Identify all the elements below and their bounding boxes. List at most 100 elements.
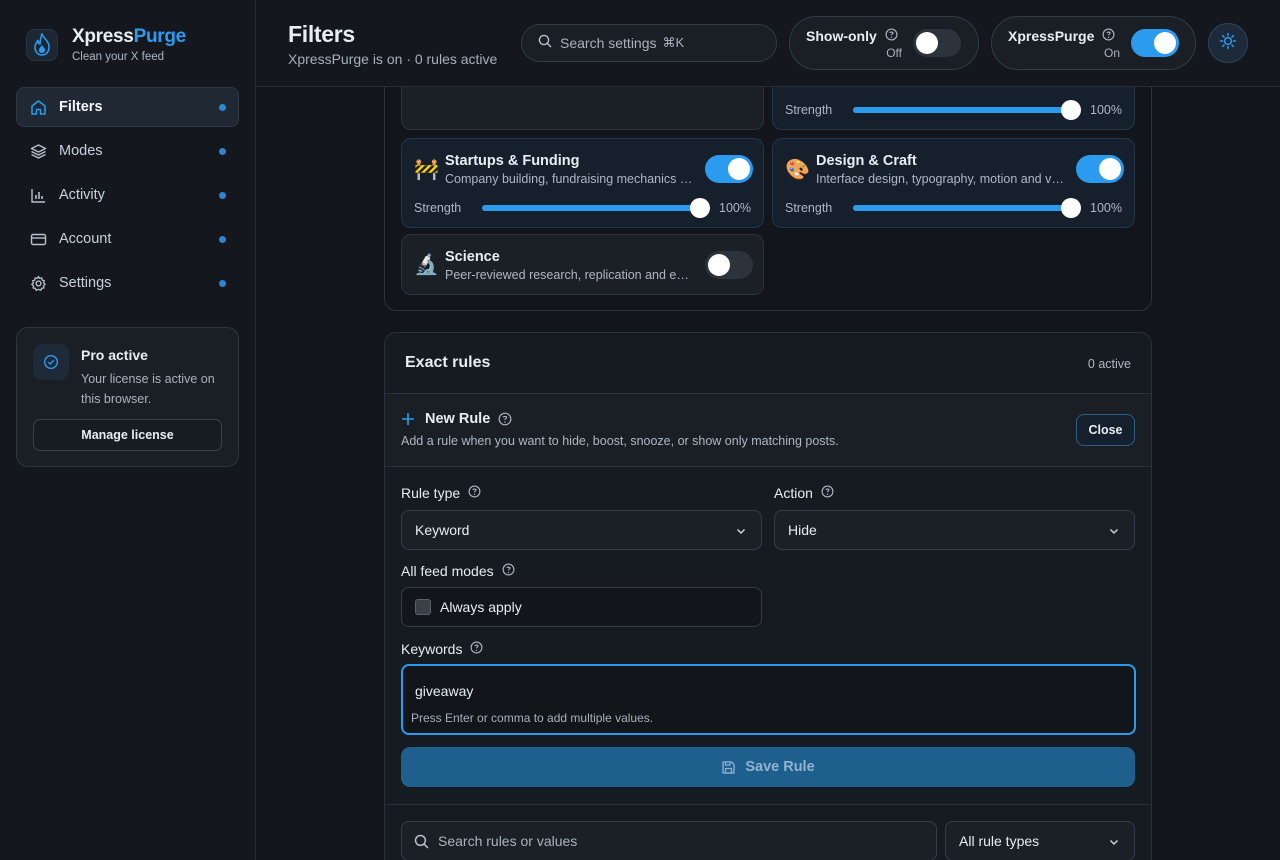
help-icon[interactable] <box>498 412 512 426</box>
keywords-input[interactable]: giveaway Press Enter or comma to add mul… <box>401 664 1136 735</box>
brand-tagline: Clean your X feed <box>72 51 165 63</box>
sidebar-item-activity[interactable]: Activity <box>16 175 239 215</box>
sidebar-item-label: Filters <box>59 99 103 115</box>
sidebar-item-label: Account <box>59 231 112 247</box>
top-header: Filters XpressPurge is on · 0 rules acti… <box>256 0 1280 87</box>
chart-icon <box>29 186 47 204</box>
help-icon[interactable] <box>502 563 515 579</box>
brand-name: XpressPurge <box>72 26 186 47</box>
divider <box>385 804 1151 805</box>
construction-icon: 🚧 <box>414 157 439 181</box>
search-placeholder: Search settings <box>560 35 657 51</box>
rule-type-select[interactable]: Keyword <box>401 510 762 550</box>
keywords-label: Keywords <box>401 641 483 657</box>
strength-value: 100% <box>1090 201 1122 215</box>
chevron-down-icon <box>1108 524 1120 540</box>
main-content: Strength 100% 🚧 Startups & Funding Compa… <box>256 87 1280 860</box>
plus-icon <box>401 412 415 426</box>
chevron-down-icon <box>1108 835 1120 851</box>
master-switch-control: XpressPurge On <box>991 16 1196 70</box>
category-description: Company building, fundraising mechanics … <box>445 172 693 186</box>
strength-value: 100% <box>1090 103 1122 117</box>
category-card-startups: 🚧 Startups & Funding Company building, f… <box>401 138 764 228</box>
category-toggle[interactable] <box>705 251 753 279</box>
exact-rules-header: Exact rules 0 active <box>385 333 1151 394</box>
strength-slider[interactable] <box>482 198 710 218</box>
page-title: Filters <box>288 21 355 47</box>
help-icon[interactable] <box>470 641 483 657</box>
sidebar-item-settings[interactable]: Settings <box>16 263 239 303</box>
always-apply-checkbox[interactable]: Always apply <box>401 587 762 627</box>
sidebar-item-modes[interactable]: Modes <box>16 131 239 171</box>
status-dot <box>219 104 226 111</box>
help-icon[interactable] <box>821 485 834 501</box>
card-icon <box>29 230 47 248</box>
strength-slider[interactable] <box>853 198 1081 218</box>
palette-icon: 🎨 <box>785 157 810 181</box>
topic-categories-panel: Strength 100% 🚧 Startups & Funding Compa… <box>384 87 1152 311</box>
sidebar-item-label: Modes <box>59 143 103 159</box>
rule-type-filter-select[interactable]: All rule types <box>945 821 1135 860</box>
master-switch-label: XpressPurge <box>1008 28 1095 44</box>
master-switch-toggle[interactable] <box>1131 29 1179 57</box>
home-icon <box>29 98 47 116</box>
category-name: Design & Craft <box>816 153 917 169</box>
status-dot <box>219 280 226 287</box>
search-icon <box>538 34 552 53</box>
exact-rules-panel: Exact rules 0 active New Rule Add a rule… <box>384 332 1152 860</box>
strength-slider[interactable] <box>853 100 1081 120</box>
feed-modes-label: All feed modes <box>401 563 515 579</box>
brand[interactable]: XpressPurge Clean your X feed <box>26 26 186 63</box>
theme-toggle-button[interactable] <box>1208 23 1248 63</box>
search-icon <box>414 834 429 849</box>
action-select[interactable]: Hide <box>774 510 1135 550</box>
layers-icon <box>29 142 47 160</box>
category-toggle[interactable] <box>705 155 753 183</box>
close-button[interactable]: Close <box>1076 414 1135 446</box>
save-icon <box>721 760 736 775</box>
pro-status-card: Pro active Your license is active on thi… <box>16 327 239 467</box>
keywords-value: giveaway <box>415 683 474 699</box>
show-only-label: Show-only <box>806 28 877 44</box>
category-card-science: 🔬 Science Peer-reviewed research, replic… <box>401 234 764 295</box>
save-rule-button[interactable]: Save Rule <box>401 747 1135 787</box>
manage-license-button[interactable]: Manage license <box>33 419 222 451</box>
rule-type-filter-value: All rule types <box>959 833 1040 849</box>
status-dot <box>219 148 226 155</box>
strength-value: 100% <box>719 201 751 215</box>
help-icon[interactable] <box>1102 28 1115 44</box>
action-label: Action <box>774 485 834 501</box>
gear-icon <box>29 274 47 292</box>
help-icon[interactable] <box>468 485 481 501</box>
strength-label: Strength <box>785 103 833 117</box>
sidebar-nav: Filters Modes Activity Account Settings <box>16 87 239 307</box>
category-description: Interface design, typography, motion and… <box>816 172 1064 186</box>
category-card <box>401 87 764 130</box>
chevron-down-icon <box>735 524 747 540</box>
checkbox-square <box>415 599 431 615</box>
show-only-state: Off <box>886 46 902 60</box>
sidebar-item-filters[interactable]: Filters <box>16 87 239 127</box>
sidebar-item-label: Activity <box>59 187 105 203</box>
category-name: Science <box>445 249 500 265</box>
strength-label: Strength <box>414 201 462 215</box>
rule-type-value: Keyword <box>415 522 470 538</box>
settings-search-input[interactable]: Search settings ⌘K <box>521 24 777 62</box>
rules-search-input[interactable]: Search rules or values <box>401 821 937 860</box>
new-rule-description: Add a rule when you want to hide, boost,… <box>401 434 839 448</box>
show-only-toggle[interactable] <box>913 29 961 57</box>
category-description: Peer-reviewed research, replication and … <box>445 268 693 282</box>
section-title: Exact rules <box>405 354 491 371</box>
help-icon[interactable] <box>885 28 898 44</box>
active-count: 0 active <box>1087 357 1131 371</box>
sun-icon <box>1219 32 1237 55</box>
status-dot <box>219 192 226 199</box>
keywords-hint: Press Enter or comma to add multiple val… <box>411 711 654 725</box>
pro-description: Your license is active on this browser. <box>81 372 215 406</box>
sidebar-item-label: Settings <box>59 275 112 291</box>
sidebar-item-account[interactable]: Account <box>16 219 239 259</box>
category-toggle[interactable] <box>1076 155 1124 183</box>
master-switch-state: On <box>1103 46 1120 60</box>
checkbox-label: Always apply <box>440 599 522 615</box>
page-subtitle: XpressPurge is on · 0 rules active <box>288 51 498 67</box>
